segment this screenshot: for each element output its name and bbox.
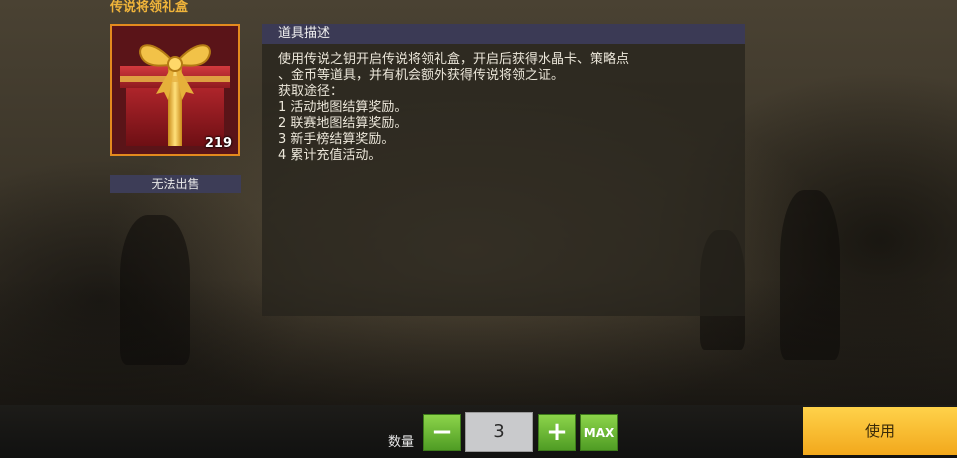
description-line: 4 累计充值活动。: [278, 148, 382, 163]
description-line: 3 新手榜结算奖励。: [278, 132, 395, 147]
description-header: 道具描述: [262, 24, 745, 44]
red-gift-box-icon: [112, 26, 238, 154]
quantity-label: 数量: [388, 435, 415, 450]
description-line: 1 活动地图结算奖励。: [278, 100, 408, 115]
description-line: 使用传说之钥开启传说将领礼盒，开启后获得水晶卡、策略点: [278, 52, 630, 67]
item-title: 传说将领礼盒: [110, 0, 189, 15]
quantity-input[interactable]: 3: [465, 412, 533, 452]
decrease-quantity-button[interactable]: −: [423, 414, 461, 451]
max-quantity-button[interactable]: MAX: [580, 414, 618, 451]
description-body: 使用传说之钥开启传说将领礼盒，开启后获得水晶卡、策略点 、金币等道具，并有机会额…: [262, 44, 745, 164]
description-panel: 道具描述 使用传说之钥开启传说将领礼盒，开启后获得水晶卡、策略点 、金币等道具，…: [262, 24, 745, 316]
increase-quantity-button[interactable]: +: [538, 414, 576, 451]
description-line: 获取途径：: [278, 84, 344, 99]
item-icon-frame: 219: [110, 24, 240, 156]
description-line: 、金币等道具，并有机会额外获得传说将领之证。: [278, 68, 565, 83]
item-count: 219: [204, 136, 232, 151]
use-button[interactable]: 使用: [803, 407, 957, 455]
sell-status-label: 无法出售: [110, 175, 241, 193]
description-line: 2 联赛地图结算奖励。: [278, 116, 408, 131]
